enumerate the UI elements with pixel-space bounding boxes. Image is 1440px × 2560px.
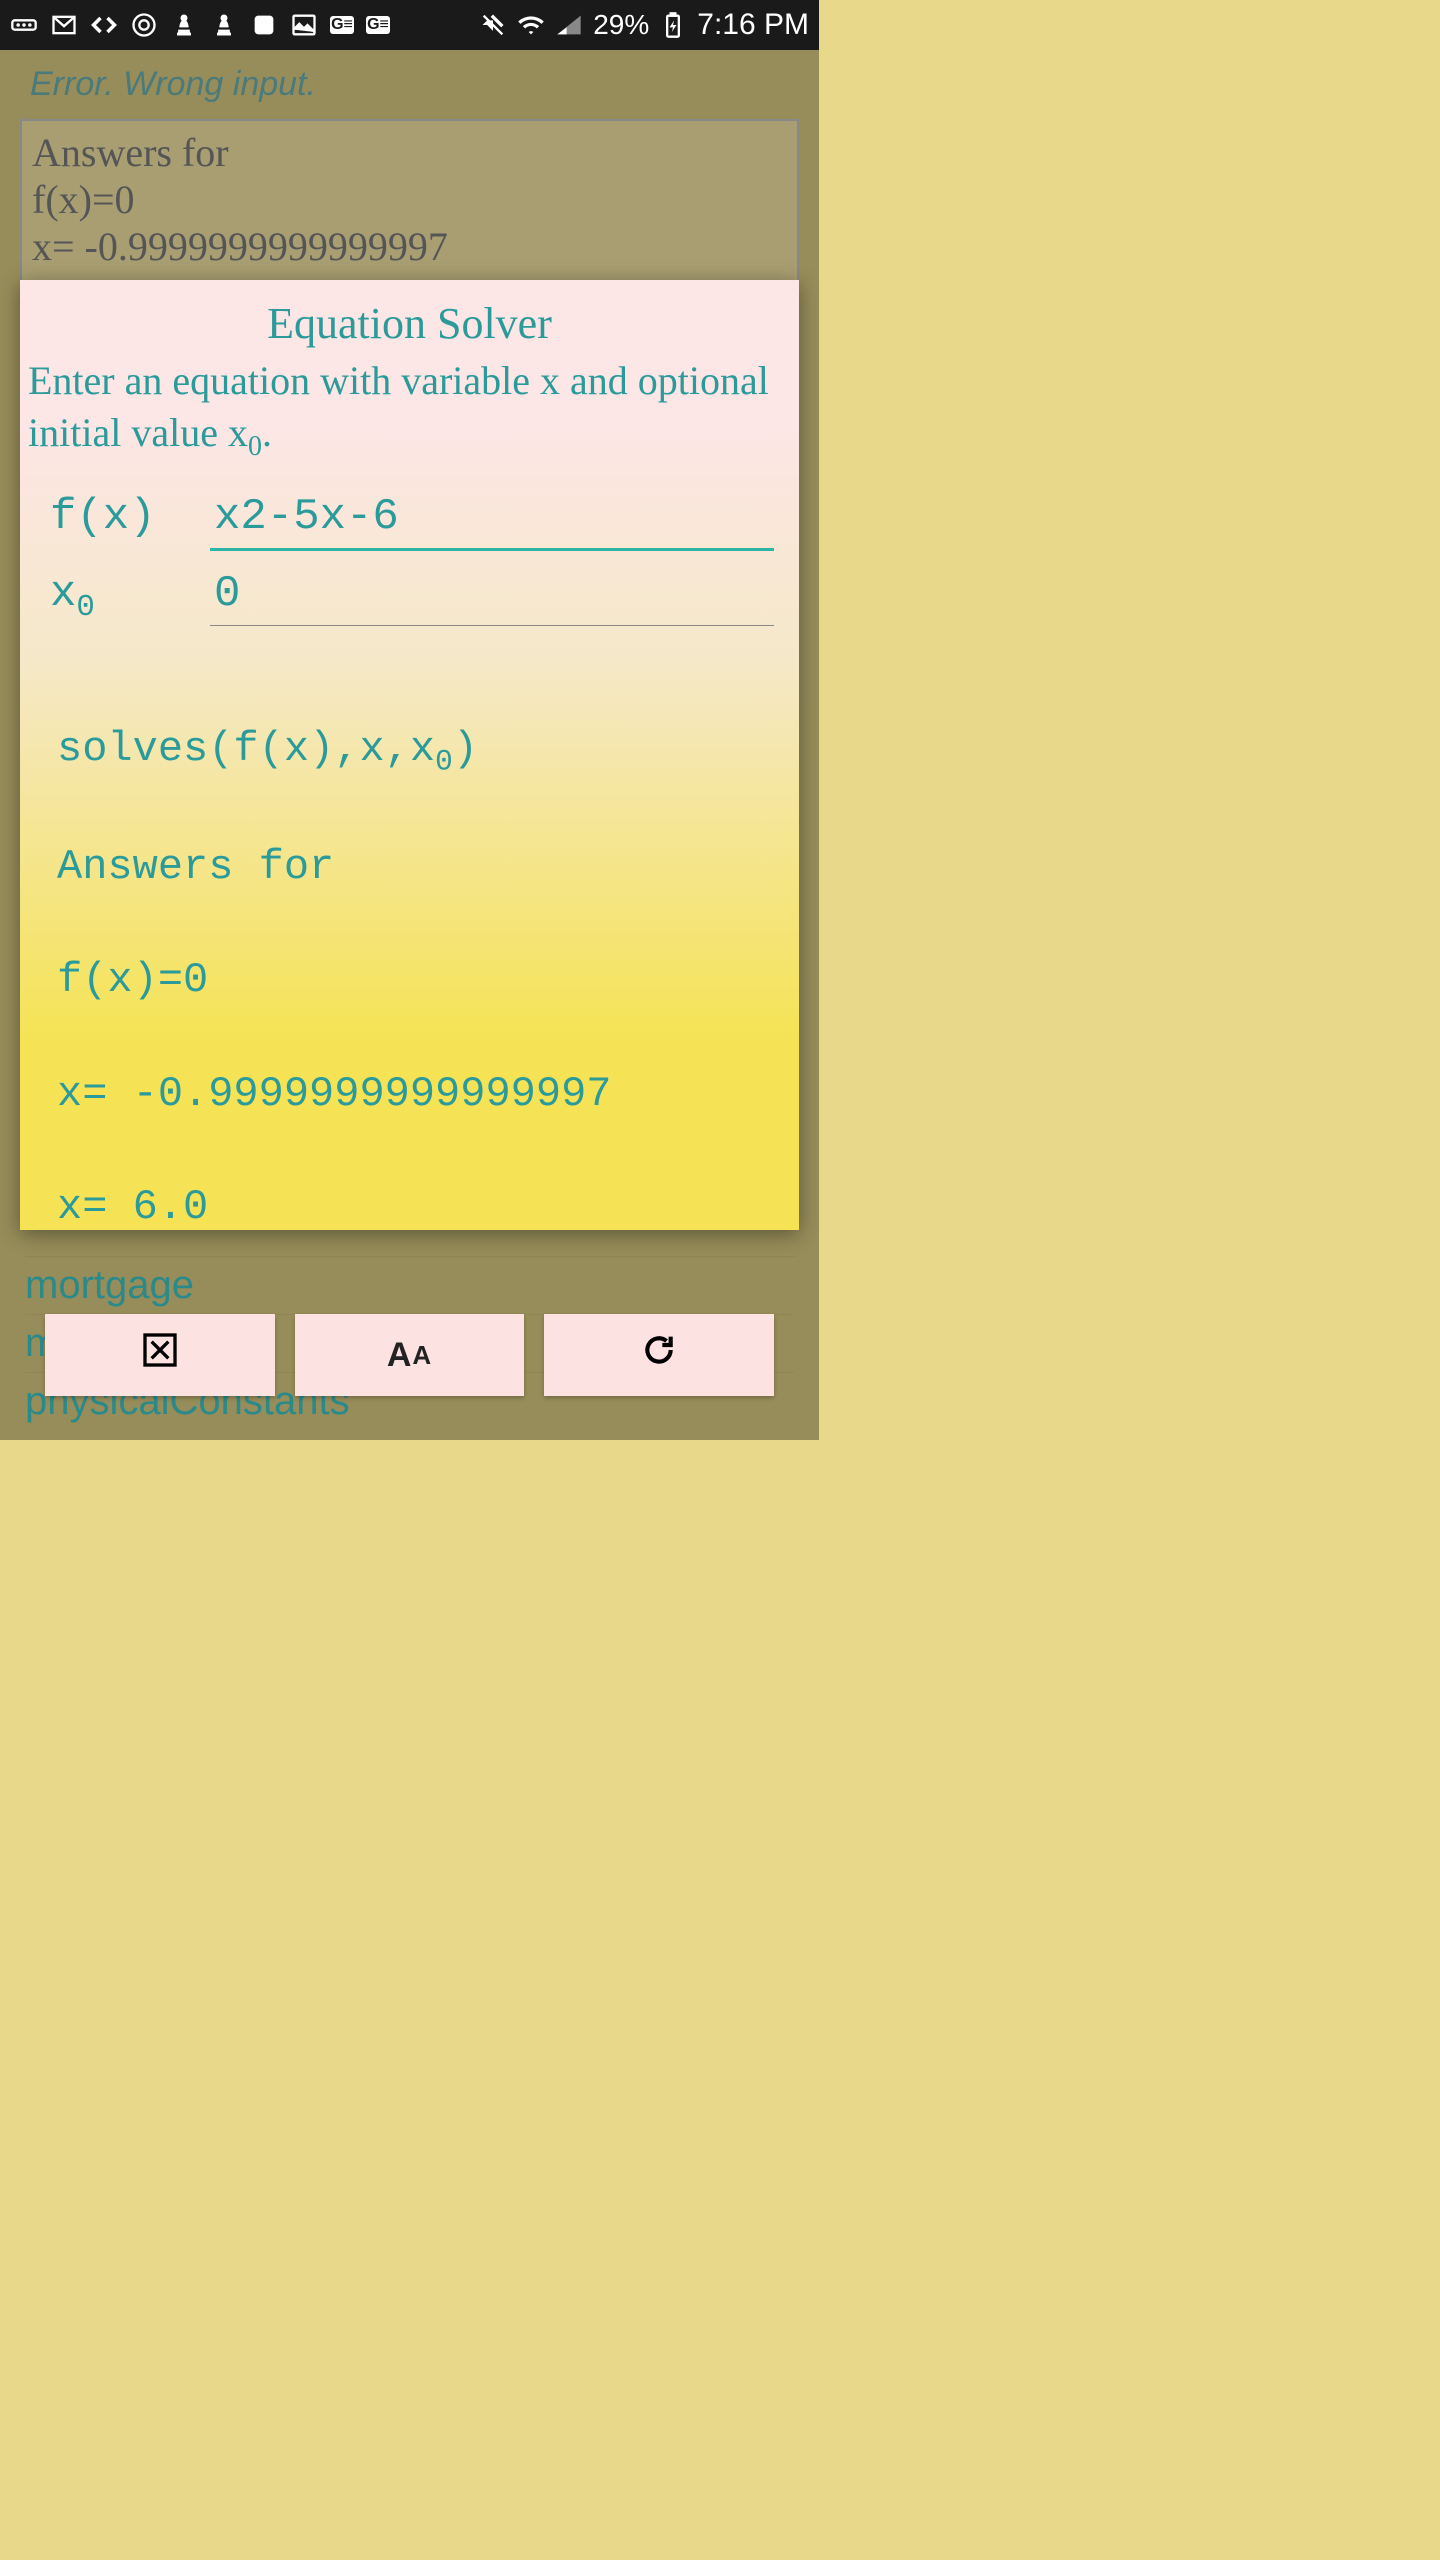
- status-right: 29% 7:16 PM: [479, 8, 809, 42]
- output-line: f(x)=0: [57, 952, 762, 1009]
- equation-solver-dialog: Equation Solver Enter an equation with v…: [20, 280, 799, 1230]
- output-text: solves(f(x),x,x: [57, 725, 435, 773]
- dialog-title: Equation Solver: [20, 290, 799, 353]
- bg-panel-line: f(x)=0: [32, 176, 787, 223]
- app-icon: [250, 11, 278, 39]
- instructions-text: Enter an equation with variable x and op…: [28, 358, 769, 455]
- more-notifications-icon: [10, 11, 38, 39]
- output-sub: 0: [435, 745, 453, 778]
- chess-pawn-icon-2: [210, 11, 238, 39]
- error-message: Error. Wrong input.: [20, 60, 799, 109]
- output-panel: solves(f(x),x,x0) Answers for f(x)=0 x= …: [45, 652, 774, 1304]
- status-left-icons: G≡ G≡: [10, 11, 390, 39]
- x0-input-row: x0: [20, 557, 799, 632]
- output-text: ): [453, 725, 478, 773]
- x0-input[interactable]: [210, 563, 774, 626]
- reload-icon: [639, 1330, 679, 1380]
- output-line: x= 6.0: [57, 1179, 762, 1236]
- fx-input-row: f(x): [20, 480, 799, 557]
- background-answers-panel: Answers for f(x)=0 x= -0.999999999999999…: [20, 119, 799, 289]
- chess-pawn-icon: [170, 11, 198, 39]
- battery-charging-icon: [659, 11, 687, 39]
- close-button[interactable]: [45, 1314, 275, 1396]
- close-icon: [140, 1330, 180, 1380]
- code-icon: [90, 11, 118, 39]
- wifi-icon: [517, 11, 545, 39]
- signal-icon: [555, 11, 583, 39]
- battery-percent: 29%: [593, 9, 649, 41]
- font-size-button[interactable]: AA: [295, 1314, 525, 1396]
- reload-button[interactable]: [544, 1314, 774, 1396]
- output-line: Answers for: [57, 839, 762, 896]
- dialog-button-row: AA: [20, 1314, 799, 1396]
- x0-label-main: x: [50, 569, 76, 619]
- instructions-after: .: [262, 410, 272, 455]
- bg-panel-line: Answers for: [32, 129, 787, 176]
- bg-panel-line: x= -0.9999999999999997: [32, 223, 787, 270]
- badge-icon-1: G≡: [330, 16, 354, 34]
- output-line: solves(f(x),x,x0): [57, 721, 762, 782]
- badge-icon-2: G≡: [366, 16, 390, 34]
- x0-label-sub: 0: [76, 590, 94, 625]
- mail-icon: [50, 11, 78, 39]
- font-size-label-small: A: [412, 1340, 432, 1371]
- chrome-icon: [130, 11, 158, 39]
- gallery-icon: [290, 11, 318, 39]
- instructions-sub: 0: [248, 431, 262, 462]
- dialog-instructions: Enter an equation with variable x and op…: [20, 353, 799, 480]
- mute-icon: [479, 11, 507, 39]
- status-bar: G≡ G≡ 29% 7:16 PM: [0, 0, 819, 50]
- output-line: x= -0.9999999999999997: [57, 1066, 762, 1123]
- font-size-label-large: A: [387, 1336, 413, 1375]
- fx-input[interactable]: [210, 486, 774, 551]
- fx-label: f(x): [50, 492, 180, 542]
- x0-label: x0: [50, 569, 180, 625]
- clock-text: 7:16 PM: [697, 8, 809, 42]
